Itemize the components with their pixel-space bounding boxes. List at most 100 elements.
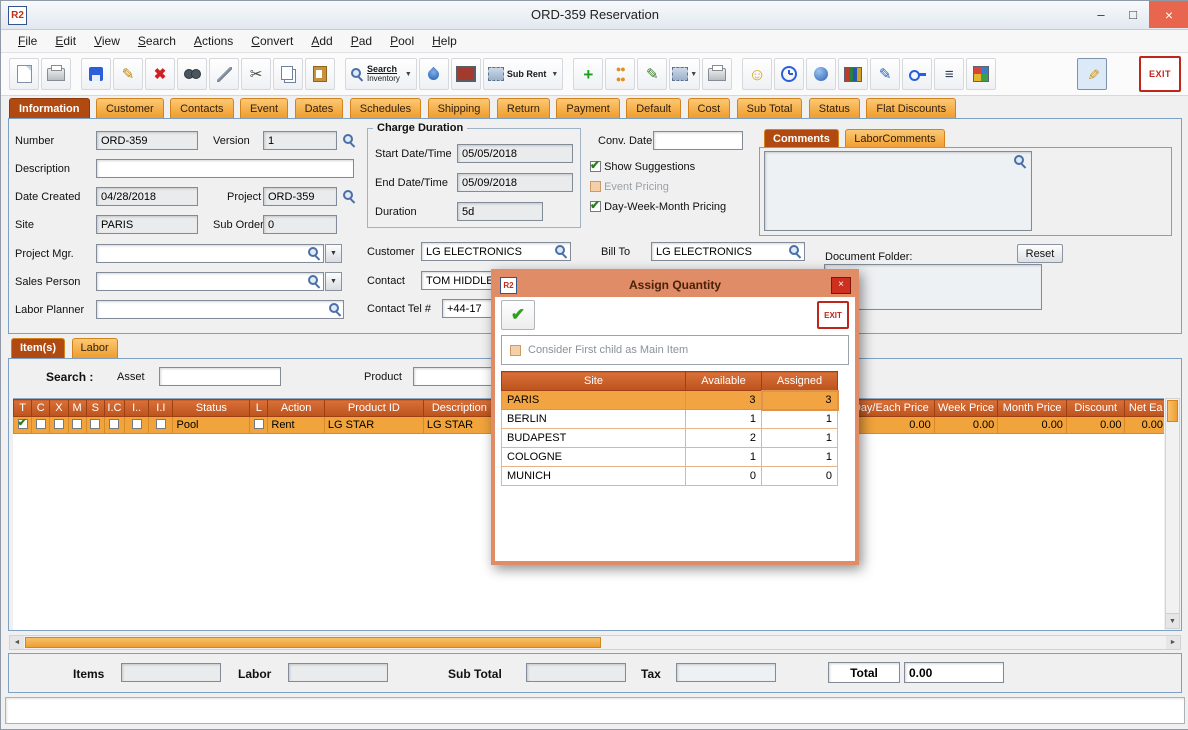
- menu-actions[interactable]: Actions: [185, 31, 242, 51]
- date-created-field[interactable]: 04/28/2018: [96, 187, 198, 206]
- dialog-close-button[interactable]: ×: [831, 277, 851, 294]
- note-edit-2-button[interactable]: ✎: [870, 58, 900, 90]
- paste-button[interactable]: [305, 58, 335, 90]
- reset-button[interactable]: Reset: [1017, 244, 1063, 263]
- site-row-paris[interactable]: PARIS 3 3: [502, 391, 838, 410]
- tab-items[interactable]: Item(s): [11, 338, 65, 358]
- tab-payment[interactable]: Payment: [556, 98, 619, 118]
- project-field[interactable]: ORD-359: [263, 187, 337, 206]
- horizontal-scrollbar[interactable]: ◄ ►: [9, 635, 1181, 650]
- menu-pool[interactable]: Pool: [381, 31, 423, 51]
- puzzle-button[interactable]: [966, 58, 996, 90]
- scroll-right-arrow[interactable]: ►: [1166, 636, 1180, 649]
- show-suggestions-checkbox[interactable]: [590, 161, 601, 172]
- tab-dates[interactable]: Dates: [295, 98, 344, 118]
- menu-help[interactable]: Help: [423, 31, 466, 51]
- minimize-button[interactable]: –: [1085, 1, 1117, 28]
- assigned-cell[interactable]: 1: [762, 410, 838, 429]
- tab-status[interactable]: Status: [809, 98, 860, 118]
- assigned-cell[interactable]: 0: [762, 467, 838, 486]
- end-date-field[interactable]: 05/09/2018: [457, 173, 573, 192]
- bill-to-search-icon[interactable]: [788, 244, 802, 258]
- tab-labor[interactable]: Labor: [72, 338, 118, 358]
- scroll-left-arrow[interactable]: ◄: [10, 636, 24, 649]
- highlighter-button[interactable]: ✎: [1077, 58, 1107, 90]
- version-field[interactable]: 1: [263, 131, 337, 150]
- s-checkbox[interactable]: [90, 419, 100, 429]
- number-field[interactable]: ORD-359: [96, 131, 198, 150]
- cut-button[interactable]: ✂: [241, 58, 271, 90]
- library-button[interactable]: [838, 58, 868, 90]
- time-button[interactable]: [774, 58, 804, 90]
- project-mgr-field[interactable]: [96, 244, 324, 263]
- edit-button[interactable]: ✎: [113, 58, 143, 90]
- scroll-down-arrow[interactable]: ▼: [1166, 613, 1179, 628]
- assigned-cell[interactable]: 3: [762, 391, 838, 410]
- vertical-scrollbar[interactable]: ▼: [1165, 398, 1180, 629]
- cut-special-button[interactable]: [209, 58, 239, 90]
- tab-event[interactable]: Event: [240, 98, 288, 118]
- tab-flat-discounts[interactable]: Flat Discounts: [866, 98, 956, 118]
- stamps-button[interactable]: ▼: [669, 58, 700, 90]
- note-edit-button[interactable]: ✎: [637, 58, 667, 90]
- tab-information[interactable]: Information: [9, 98, 90, 118]
- assigned-cell[interactable]: 1: [762, 429, 838, 448]
- site-row-budapest[interactable]: BUDAPEST 2 1: [502, 429, 838, 448]
- horizontal-scrollbar-thumb[interactable]: [25, 637, 601, 648]
- ink-drop-button[interactable]: [419, 58, 449, 90]
- dialog-ok-button[interactable]: ✔: [501, 300, 535, 330]
- globe-button[interactable]: [806, 58, 836, 90]
- m-checkbox[interactable]: [72, 419, 82, 429]
- labor-planner-search-icon[interactable]: [328, 302, 342, 316]
- version-search-icon[interactable]: [342, 133, 356, 147]
- tab-labor-comments[interactable]: LaborComments: [845, 129, 944, 148]
- menu-file[interactable]: File: [9, 31, 46, 51]
- c-checkbox[interactable]: [36, 419, 46, 429]
- project-mgr-dropdown[interactable]: ▼: [325, 244, 342, 263]
- tab-customer[interactable]: Customer: [96, 98, 164, 118]
- delete-button[interactable]: ✖: [145, 58, 175, 90]
- menu-search[interactable]: Search: [129, 31, 185, 51]
- l-checkbox[interactable]: [254, 419, 264, 429]
- asset-input[interactable]: [159, 367, 281, 386]
- add-button[interactable]: +: [573, 58, 603, 90]
- duration-field[interactable]: 5d: [457, 202, 543, 221]
- search-inventory-button[interactable]: Search Inventory ▼: [345, 58, 417, 90]
- film-button[interactable]: [451, 58, 481, 90]
- list-details-button[interactable]: ≡: [934, 58, 964, 90]
- group-button[interactable]: ●●●●: [605, 58, 635, 90]
- save-button[interactable]: [81, 58, 111, 90]
- i-checkbox[interactable]: [132, 419, 142, 429]
- key-button[interactable]: [902, 58, 932, 90]
- ii-checkbox[interactable]: [156, 419, 166, 429]
- menu-view[interactable]: View: [85, 31, 129, 51]
- sales-person-dropdown[interactable]: ▼: [325, 272, 342, 291]
- smiley-button[interactable]: ☺: [742, 58, 772, 90]
- print-button[interactable]: [41, 58, 71, 90]
- project-search-icon[interactable]: [342, 189, 356, 203]
- day-week-month-checkbox[interactable]: [590, 201, 601, 212]
- t-checkbox[interactable]: [18, 419, 28, 429]
- dialog-exit-button[interactable]: EXIT: [817, 301, 849, 329]
- conv-date-field[interactable]: [653, 131, 743, 150]
- assigned-cell[interactable]: 1: [762, 448, 838, 467]
- site-field[interactable]: PARIS: [96, 215, 198, 234]
- customer-field[interactable]: LG ELECTRONICS: [421, 242, 571, 261]
- menu-add[interactable]: Add: [302, 31, 341, 51]
- sub-orders-field[interactable]: 0: [263, 215, 337, 234]
- close-button[interactable]: ×: [1149, 1, 1188, 28]
- labor-planner-field[interactable]: [96, 300, 344, 319]
- exit-button[interactable]: EXIT: [1139, 56, 1181, 92]
- tab-contacts[interactable]: Contacts: [170, 98, 233, 118]
- start-date-field[interactable]: 05/05/2018: [457, 144, 573, 163]
- x-checkbox[interactable]: [54, 419, 64, 429]
- bill-to-field[interactable]: LG ELECTRONICS: [651, 242, 805, 261]
- menu-pad[interactable]: Pad: [342, 31, 381, 51]
- sales-person-search-icon[interactable]: [307, 274, 321, 288]
- comments-textarea[interactable]: [764, 151, 1032, 231]
- tab-schedules[interactable]: Schedules: [350, 98, 421, 118]
- vertical-scrollbar-thumb[interactable]: [1167, 400, 1178, 422]
- tab-comments[interactable]: Comments: [764, 129, 839, 148]
- site-row-munich[interactable]: MUNICH 0 0: [502, 467, 838, 486]
- print-document-button[interactable]: [702, 58, 732, 90]
